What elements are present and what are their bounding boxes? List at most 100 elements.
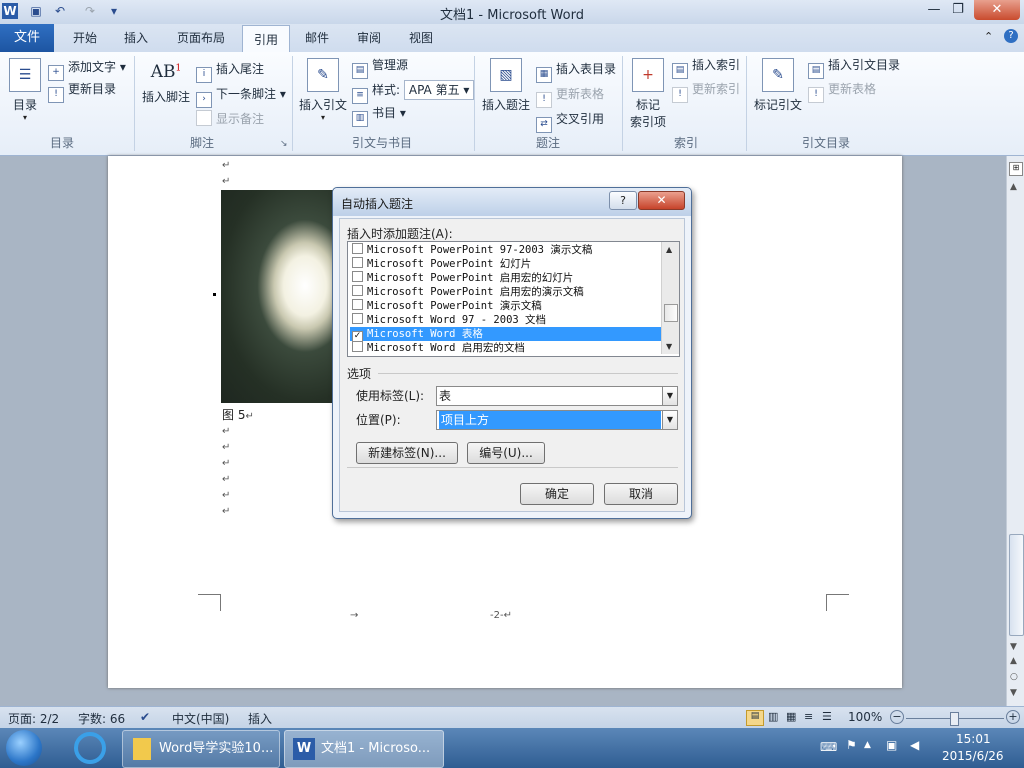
zoom-slider-thumb[interactable] [950,712,959,726]
tab-page-layout[interactable]: 页面布局 [166,24,236,52]
insert-index-button[interactable]: ▤ 插入索引 [672,56,740,79]
style-dropdown[interactable]: APA 第五 ▾ [403,80,475,100]
taskbar-item-word[interactable]: W 文档1 - Microso... [284,730,444,768]
outline-view-icon[interactable]: ≡ [804,710,813,723]
help-icon[interactable]: ? [1004,29,1018,43]
list-item[interactable]: Microsoft Word 97 - 2003 文档 [350,313,661,327]
zoom-out-button[interactable]: − [890,710,904,724]
list-item[interactable]: Microsoft Word 启用宏的文档 [350,341,661,355]
zoom-in-button[interactable]: + [1006,710,1020,724]
language-indicator[interactable]: 中文(中国) [172,710,229,727]
volume-icon[interactable]: ◀ [910,738,919,752]
previous-page-icon[interactable]: ▲ [1010,656,1017,666]
word-count[interactable]: 字数: 66 [78,710,125,727]
chevron-down-icon[interactable]: ▼ [662,411,677,429]
close-button[interactable]: ✕ [974,0,1020,20]
taskbar-item-folder[interactable]: Word导学实验10... [122,730,280,768]
maximize-button[interactable]: ❐ [940,0,976,20]
insert-footnote-button[interactable]: AB1 插入脚注 [140,62,192,105]
start-button[interactable] [6,730,42,766]
chevron-down-icon[interactable]: ▼ [662,387,677,405]
tab-mailings[interactable]: 邮件 [296,24,338,52]
scroll-up-arrow[interactable]: ▲ [666,245,672,254]
manage-sources-button[interactable]: ▤ 管理源 [352,56,408,79]
listbox-scrollbar[interactable]: ▲ ▼ [661,242,679,354]
listbox-scroll-thumb[interactable] [664,304,678,322]
anchor-handle[interactable] [213,293,216,296]
ok-button[interactable]: 确定 [520,483,594,505]
bibliography-button[interactable]: ▥ 书目 ▾ [352,104,406,127]
list-item[interactable]: Microsoft PowerPoint 启用宏的演示文稿 [350,285,661,299]
cancel-button[interactable]: 取消 [604,483,678,505]
object-type-listbox[interactable]: Microsoft PowerPoint 97-2003 演示文稿 Microso… [347,241,680,357]
ruler-toggle-icon[interactable]: ⊞ [1009,162,1023,176]
checkbox[interactable] [352,243,363,254]
tab-file[interactable]: 文件 [0,24,54,52]
clock-time[interactable]: 15:01 [956,732,991,746]
checkbox[interactable] [352,257,363,268]
network-icon[interactable]: ▣ [886,738,897,752]
update-toc-button[interactable]: ! 更新目录 [48,80,116,103]
browse-object-icon[interactable]: ○ [1010,672,1018,682]
scroll-down-arrow[interactable]: ▼ [666,342,672,351]
action-center-icon[interactable]: ⚑ [846,738,857,752]
clock-date[interactable]: 2015/6/26 [942,749,1004,763]
list-item[interactable]: Microsoft PowerPoint 演示文稿 [350,299,661,313]
dialog-titlebar[interactable]: 自动插入题注 ? ✕ [333,188,691,216]
keyboard-icon[interactable]: ⌨ [820,740,837,754]
checkbox[interactable] [352,271,363,282]
numbering-button[interactable]: 编号(U)... [467,442,545,464]
mark-entry-button[interactable]: + 标记 索引项 [628,58,668,130]
tab-references[interactable]: 引用 [242,25,290,53]
checkbox[interactable] [352,285,363,296]
update-index-button[interactable]: ! 更新索引 [672,80,740,103]
tab-insert[interactable]: 插入 [114,24,158,52]
cross-reference-button[interactable]: ⇄ 交叉引用 [536,110,604,133]
scroll-down-arrow[interactable]: ▼ [1010,642,1017,652]
list-item[interactable]: Microsoft PowerPoint 幻灯片 [350,257,661,271]
mark-citation-button[interactable]: ✎ 标记引文 [752,58,804,113]
update-toa-button[interactable]: ! 更新表格 [808,80,876,103]
scroll-thumb[interactable] [1009,534,1024,636]
use-label-select[interactable]: 表 ▼ [436,386,678,406]
tab-view[interactable]: 视图 [400,24,442,52]
add-text-button[interactable]: + 添加文字 ▾ [48,58,126,81]
tab-home[interactable]: 开始 [60,24,110,52]
next-page-icon[interactable]: ▼ [1010,688,1017,698]
checkbox[interactable] [352,299,363,310]
browser-icon[interactable] [74,732,106,764]
full-screen-view-icon[interactable]: ▥ [768,710,778,723]
new-label-button[interactable]: 新建标签(N)... [356,442,458,464]
insert-citation-button[interactable]: ✎ 插入引文 ▾ [298,58,348,122]
minimize-ribbon-icon[interactable]: ⌃ [984,30,993,43]
chrysanthemum-photo[interactable] [221,190,333,403]
position-select[interactable]: 项目上方 ▼ [436,410,678,430]
list-item[interactable]: ✓ Microsoft Word 表格 [350,327,661,342]
proofing-icon[interactable]: ✔ [140,710,150,724]
list-item[interactable]: Microsoft PowerPoint 97-2003 演示文稿 [350,243,661,257]
next-footnote-button[interactable]: › 下一条脚注 ▾ [196,85,286,108]
zoom-level[interactable]: 100% [848,710,882,724]
vertical-scrollbar[interactable]: ⊞ ▲ ▼ ▲ ○ ▼ [1006,156,1024,706]
insert-toa-button[interactable]: ▤ 插入引文目录 [808,56,900,79]
show-notes-button[interactable]: 显示备注 [196,110,264,127]
draft-view-icon[interactable]: ☰ [822,710,832,723]
update-table-button[interactable]: ! 更新表格 [536,85,604,108]
scroll-up-arrow[interactable]: ▲ [1010,182,1017,192]
page-count[interactable]: 页面: 2/2 [8,710,59,727]
insert-table-of-figures-button[interactable]: ▦ 插入表目录 [536,60,616,83]
toc-button[interactable]: ☰ 目录 ▾ [8,58,42,122]
insert-caption-button[interactable]: ▧ 插入题注 [480,58,532,113]
print-layout-view-icon[interactable]: ▤ [746,710,764,726]
checkbox[interactable] [352,313,363,324]
dialog-help-button[interactable]: ? [609,191,637,210]
list-item[interactable]: Microsoft PowerPoint 启用宏的幻灯片 [350,271,661,285]
show-hidden-icons[interactable]: ▲ [864,740,871,750]
insert-mode-indicator[interactable]: 插入 [248,710,272,727]
dialog-close-button[interactable]: ✕ [638,191,685,210]
dialog-launcher-icon[interactable]: ↘ [280,139,288,149]
checkbox[interactable] [352,341,363,352]
web-layout-view-icon[interactable]: ▦ [786,710,796,723]
insert-endnote-button[interactable]: i 插入尾注 [196,60,264,83]
tab-review[interactable]: 审阅 [348,24,390,52]
